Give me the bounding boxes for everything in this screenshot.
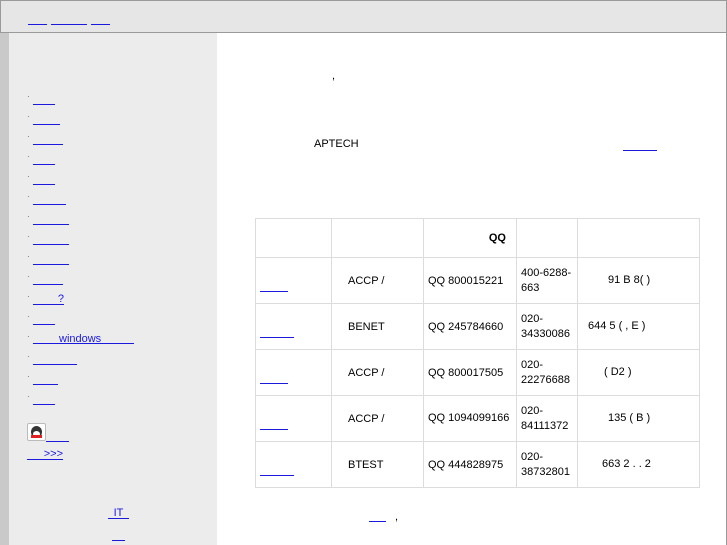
sidebar-link[interactable] <box>33 94 55 105</box>
sidebar-link[interactable] <box>33 274 63 285</box>
name-cell <box>255 257 332 304</box>
more-link[interactable]: >>> <box>27 449 63 460</box>
header-address <box>577 218 700 258</box>
table-row: BENET QQ 245784660 020-34330086 644 5 ( … <box>255 303 700 350</box>
bullet-icon: · <box>27 372 30 381</box>
course-cell: ACCP / <box>331 349 424 396</box>
address-cell: ( D2 ) <box>577 349 700 396</box>
sidebar-link[interactable] <box>33 114 60 125</box>
top-nav-link-1[interactable] <box>28 14 47 25</box>
course-cell: BENET <box>331 303 424 350</box>
sidebar-link[interactable]: ? <box>33 294 64 305</box>
table-row: ACCP / QQ 1094099166 020-84111372 135 ( … <box>255 395 700 442</box>
address-cell: 644 5 ( , E ) <box>577 303 700 350</box>
table-row: BTEST QQ 444828975 020-38732801 663 2 . … <box>255 441 700 488</box>
footer-comma: , <box>395 511 399 523</box>
sidebar-link[interactable] <box>33 314 55 325</box>
sidebar-bottom-link[interactable] <box>112 530 125 541</box>
sidebar-link[interactable] <box>33 134 63 145</box>
bullet-icon: · <box>27 312 30 321</box>
qq-cell: QQ 245784660 <box>423 303 517 350</box>
bullet-icon: · <box>27 192 30 201</box>
bullet-icon: · <box>27 152 30 161</box>
bullet-icon: · <box>27 272 30 281</box>
left-sidebar <box>0 33 217 545</box>
school-link[interactable] <box>260 327 294 338</box>
qq-contact-link[interactable] <box>46 431 69 442</box>
sidebar-link[interactable] <box>33 154 55 165</box>
sidebar-link[interactable] <box>33 254 69 265</box>
qq-cell: QQ 800015221 <box>423 257 517 304</box>
qq-cell: QQ 444828975 <box>423 441 517 488</box>
qq-cell: QQ 800017505 <box>423 349 517 396</box>
header-phone <box>516 218 578 258</box>
sidebar-link[interactable] <box>33 394 55 405</box>
intro-more-link[interactable] <box>623 140 657 151</box>
sidebar-link[interactable] <box>33 234 69 245</box>
bullet-icon: · <box>27 212 30 221</box>
course-cell: ACCP / <box>331 257 424 304</box>
bullet-icon: · <box>27 92 30 101</box>
address-cell: 91 B 8( ) <box>577 257 700 304</box>
top-nav-link-2[interactable] <box>51 14 87 25</box>
school-link[interactable] <box>260 419 288 430</box>
address-cell: 663 2 . . 2 <box>577 441 700 488</box>
school-table: QQ ACCP / QQ 800015221 400-6288-663 91 B… <box>255 218 700 488</box>
table-header-row: QQ <box>255 218 700 258</box>
bullet-icon: · <box>27 172 30 181</box>
school-link[interactable] <box>260 373 288 384</box>
it-link[interactable]: IT <box>108 508 129 519</box>
intro-comma: , <box>332 70 336 82</box>
address-cell: 135 ( B ) <box>577 395 700 442</box>
phone-cell: 400-6288-663 <box>516 257 578 304</box>
bullet-icon: · <box>27 132 30 141</box>
qq-cell: QQ 1094099166 <box>423 395 517 442</box>
name-cell <box>255 303 332 350</box>
name-cell <box>255 441 332 488</box>
sidebar-link[interactable]: windows <box>33 334 134 345</box>
name-cell <box>255 395 332 442</box>
bullet-icon: · <box>27 252 30 261</box>
sidebar-link[interactable] <box>33 214 69 225</box>
penguin-scarf <box>31 435 42 438</box>
qq-penguin-icon[interactable] <box>27 423 46 441</box>
table-row: ACCP / QQ 800017505 020-22276688 ( D2 ) <box>255 349 700 396</box>
top-nav-link-3[interactable] <box>91 14 110 25</box>
header-course <box>331 218 424 258</box>
sidebar-link[interactable] <box>33 354 77 365</box>
phone-cell: 020-34330086 <box>516 303 578 350</box>
bullet-icon: · <box>27 112 30 121</box>
course-cell: BTEST <box>331 441 424 488</box>
header-qq: QQ <box>423 218 517 258</box>
header-name <box>255 218 332 258</box>
course-cell: ACCP / <box>331 395 424 442</box>
footer-link[interactable] <box>369 511 386 522</box>
bullet-icon: · <box>27 332 30 341</box>
school-link[interactable] <box>260 281 288 292</box>
phone-cell: 020-38732801 <box>516 441 578 488</box>
phone-cell: 020-22276688 <box>516 349 578 396</box>
top-bar <box>0 0 727 33</box>
bullet-icon: · <box>27 392 30 401</box>
sidebar-link[interactable] <box>33 174 55 185</box>
school-link[interactable] <box>260 465 294 476</box>
bullet-icon: · <box>27 232 30 241</box>
bullet-icon: · <box>27 292 30 301</box>
table-row: ACCP / QQ 800015221 400-6288-663 91 B 8(… <box>255 257 700 304</box>
brand-name: APTECH <box>314 138 359 150</box>
sidebar-link[interactable] <box>33 194 66 205</box>
phone-cell: 020-84111372 <box>516 395 578 442</box>
name-cell <box>255 349 332 396</box>
bullet-icon: · <box>27 352 30 361</box>
sidebar-link[interactable] <box>33 374 58 385</box>
